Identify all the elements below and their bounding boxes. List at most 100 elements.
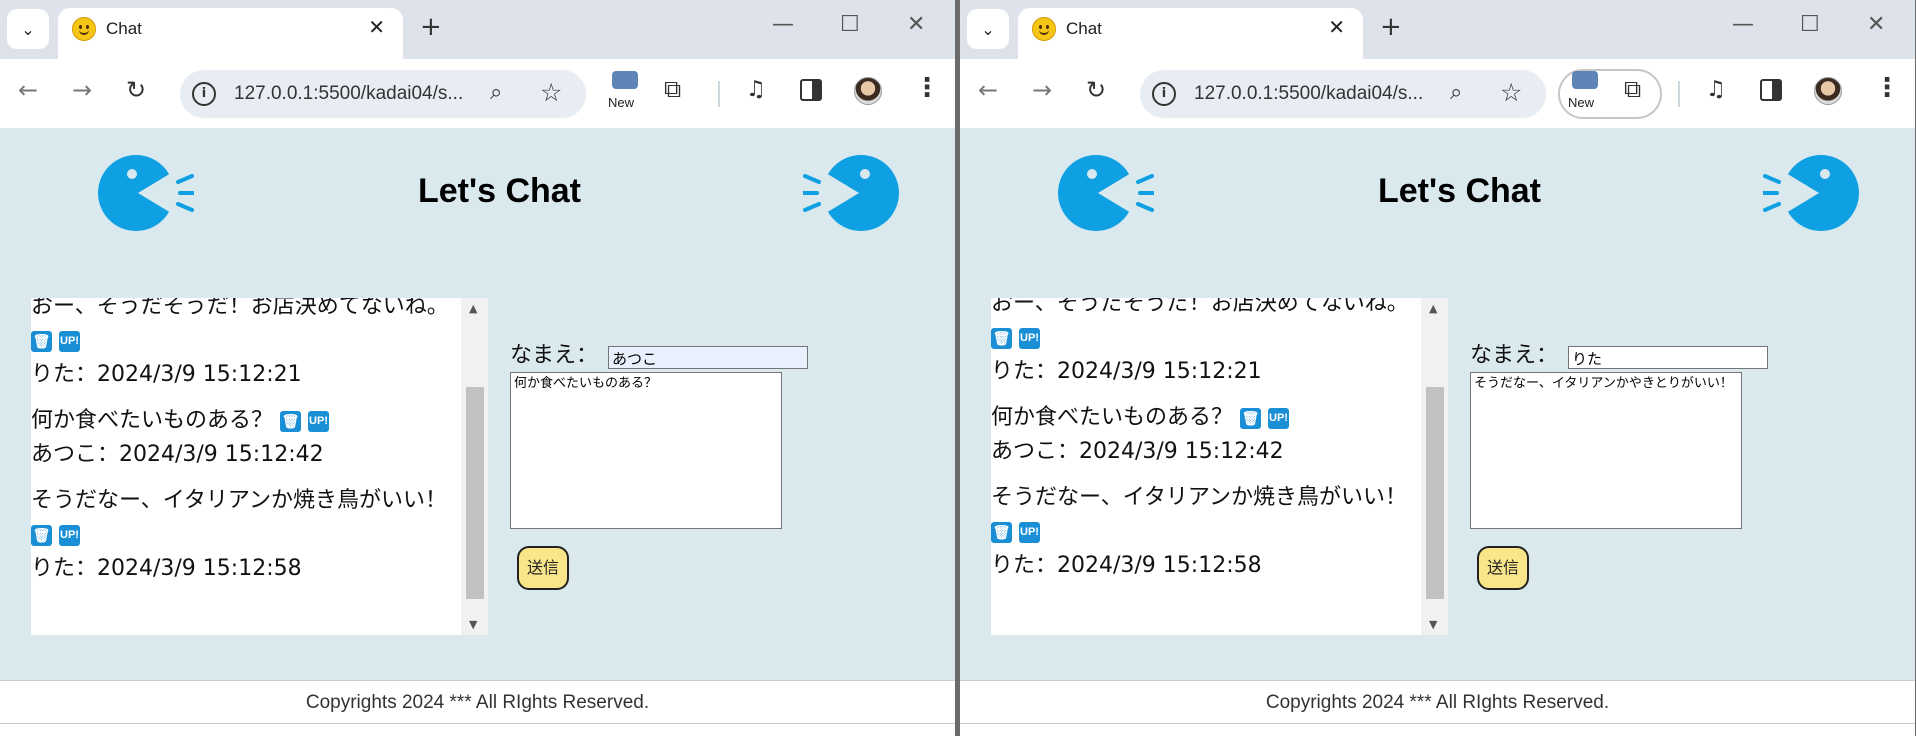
name-label: なまえ： <box>1470 343 1559 368</box>
delete-icon[interactable]: 🗑 <box>280 410 302 432</box>
message-meta: あつこ：2024/3/9 15:12:42 <box>31 442 324 467</box>
maximize-icon[interactable]: ☐ <box>840 14 860 36</box>
maximize-icon[interactable]: ☐ <box>1800 14 1820 36</box>
media-control-icon[interactable]: ♫ <box>746 77 766 102</box>
chevron-down-icon: ⌄ <box>981 19 995 39</box>
browser-window-right: ⌄ Chat ✕ + — ☐ ✕ ← → ↻ i 127.0.0.1:5500/… <box>960 0 1915 736</box>
browser-window-left: ⌄ Chat ✕ + — ☐ ✕ ← → ↻ i 127.0.0.1:5500/… <box>0 0 955 736</box>
side-panel-icon[interactable] <box>1760 79 1782 101</box>
chat-log[interactable]: おー、そうだそうだ！お店決めてないね。 🗑 UP! りた：2024/3/9 15:… <box>31 298 488 635</box>
up-badge-icon[interactable]: UP! <box>1019 521 1040 543</box>
scroll-down-icon[interactable]: ▼ <box>1429 618 1437 631</box>
tab-title: Chat <box>1066 19 1102 38</box>
menu-kebab-icon[interactable]: ⋮ <box>914 75 940 101</box>
forward-arrow-icon[interactable]: → <box>1032 78 1052 102</box>
delete-icon[interactable]: 🗑 <box>31 330 52 352</box>
delete-icon[interactable]: 🗑 <box>31 524 52 546</box>
chat-message: おー、そうだそうだ！お店決めてないね。 🗑 UP! りた：2024/3/9 15:… <box>991 298 1421 389</box>
name-input[interactable]: りた <box>1568 346 1768 369</box>
tab-search-button[interactable]: ⌄ <box>7 9 49 49</box>
chat-scrollbar[interactable]: ▲ ▼ <box>1421 298 1448 635</box>
address-bar[interactable]: i 127.0.0.1:5500/kadai04/s... ⌕ ☆ <box>1140 70 1546 118</box>
url-text[interactable]: 127.0.0.1:5500/kadai04/s... <box>234 83 463 105</box>
delete-icon[interactable]: 🗑 <box>1240 407 1262 429</box>
name-input[interactable]: あつこ <box>608 346 808 369</box>
bookmark-star-icon[interactable]: ☆ <box>1500 78 1522 107</box>
message-text: 何か食べたいものある？ <box>31 408 274 433</box>
extension-new-button[interactable]: New <box>602 69 646 115</box>
site-info-icon[interactable]: i <box>1152 82 1176 106</box>
up-badge-icon[interactable]: UP! <box>59 524 80 546</box>
page-bottom <box>960 724 1915 736</box>
smiley-favicon-icon <box>1032 17 1056 41</box>
chat-mascot-icon <box>1763 155 1859 231</box>
message-meta: りた：2024/3/9 15:12:58 <box>991 553 1262 578</box>
new-tab-icon[interactable]: + <box>420 14 442 40</box>
menu-kebab-icon[interactable]: ⋮ <box>1874 75 1900 101</box>
reload-icon[interactable]: ↻ <box>126 78 146 102</box>
up-badge-icon[interactable]: UP! <box>1268 407 1290 429</box>
desktop: ⌄ Chat ✕ + — ☐ ✕ ← → ↻ i 127.0.0.1:5500/… <box>0 0 1916 736</box>
extensions-puzzle-icon[interactable]: ⧉ <box>1624 77 1641 101</box>
chat-message: 何か食べたいものある？ 🗑 UP! あつこ：2024/3/9 15:12:42 <box>991 401 1421 469</box>
message-textarea[interactable]: そうだなー、イタリアンかやきとりがいい！ <box>1470 372 1742 529</box>
profile-avatar[interactable] <box>1814 77 1842 105</box>
chat-log[interactable]: おー、そうだそうだ！お店決めてないね。 🗑 UP! りた：2024/3/9 15:… <box>991 298 1448 635</box>
close-tab-icon[interactable]: ✕ <box>368 17 385 37</box>
tab-strip: ⌄ Chat ✕ + — ☐ ✕ <box>960 0 1915 59</box>
scroll-up-icon[interactable]: ▲ <box>469 302 477 315</box>
up-badge-icon[interactable]: UP! <box>1019 327 1040 349</box>
address-bar[interactable]: i 127.0.0.1:5500/kadai04/s... ⌕ ☆ <box>180 70 586 118</box>
close-tab-icon[interactable]: ✕ <box>1328 17 1345 37</box>
extension-new-button[interactable]: New <box>1562 69 1606 115</box>
close-window-icon[interactable]: ✕ <box>1867 14 1885 36</box>
chat-scrollbar[interactable]: ▲ ▼ <box>461 298 488 635</box>
back-arrow-icon[interactable]: ← <box>978 78 998 102</box>
up-badge-icon[interactable]: UP! <box>59 330 80 352</box>
message-text: そうだなー、イタリアンか焼き鳥がいい！ <box>31 488 448 513</box>
reload-icon[interactable]: ↻ <box>1086 78 1106 102</box>
chat-page: Let's Chat おー、そうだそうだ！お店決めてないね。 🗑 UP! りた：2… <box>0 128 955 736</box>
chevron-down-icon: ⌄ <box>21 19 35 39</box>
footer: Copyrights 2024 *** All RIghts Reserved. <box>960 680 1915 724</box>
back-arrow-icon[interactable]: ← <box>18 78 38 102</box>
close-window-icon[interactable]: ✕ <box>907 14 925 36</box>
scroll-down-icon[interactable]: ▼ <box>469 618 477 631</box>
profile-avatar[interactable] <box>854 77 882 105</box>
bookmark-star-icon[interactable]: ☆ <box>540 78 562 107</box>
smiley-favicon-icon <box>72 17 96 41</box>
url-text[interactable]: 127.0.0.1:5500/kadai04/s... <box>1194 83 1423 105</box>
extensions-puzzle-icon[interactable]: ⧉ <box>664 77 681 101</box>
chat-message: おー、そうだそうだ！お店決めてないね。 🗑 UP! りた：2024/3/9 15:… <box>31 298 461 392</box>
footer-copyright: Copyrights 2024 *** All RIghts Reserved. <box>305 692 650 713</box>
minimize-icon[interactable]: — <box>1732 14 1754 36</box>
side-panel-icon[interactable] <box>800 79 822 101</box>
delete-icon[interactable]: 🗑 <box>991 327 1012 349</box>
site-info-icon[interactable]: i <box>192 82 216 106</box>
up-badge-icon[interactable]: UP! <box>308 410 330 432</box>
message-text: おー、そうだそうだ！お店決めてないね。 <box>991 298 1409 316</box>
forward-arrow-icon[interactable]: → <box>72 78 92 102</box>
tab-chat[interactable]: Chat ✕ <box>58 8 403 59</box>
zoom-icon[interactable]: ⌕ <box>1450 80 1462 105</box>
message-text: そうだなー、イタリアンか焼き鳥がいい！ <box>991 485 1408 510</box>
new-tab-icon[interactable]: + <box>1380 14 1402 40</box>
send-button[interactable]: 送信 <box>517 546 569 590</box>
tab-search-button[interactable]: ⌄ <box>967 9 1009 49</box>
minimize-icon[interactable]: — <box>772 14 794 36</box>
media-control-icon[interactable]: ♫ <box>1706 77 1726 102</box>
scrollbar-thumb[interactable] <box>1426 387 1444 599</box>
delete-icon[interactable]: 🗑 <box>991 521 1012 543</box>
tab-chat[interactable]: Chat ✕ <box>1018 8 1363 59</box>
extension-label: New <box>1568 95 1595 110</box>
name-label: なまえ： <box>510 343 599 368</box>
toolbar-divider <box>1678 81 1680 107</box>
scrollbar-thumb[interactable] <box>466 387 484 599</box>
scroll-up-icon[interactable]: ▲ <box>1429 302 1437 315</box>
chat-mascot-icon <box>98 155 194 231</box>
send-button[interactable]: 送信 <box>1477 546 1529 590</box>
message-textarea[interactable]: 何か食べたいものある？ <box>510 372 782 529</box>
extension-logo-icon <box>612 71 638 89</box>
extension-label: New <box>608 95 635 110</box>
zoom-icon[interactable]: ⌕ <box>490 80 502 105</box>
